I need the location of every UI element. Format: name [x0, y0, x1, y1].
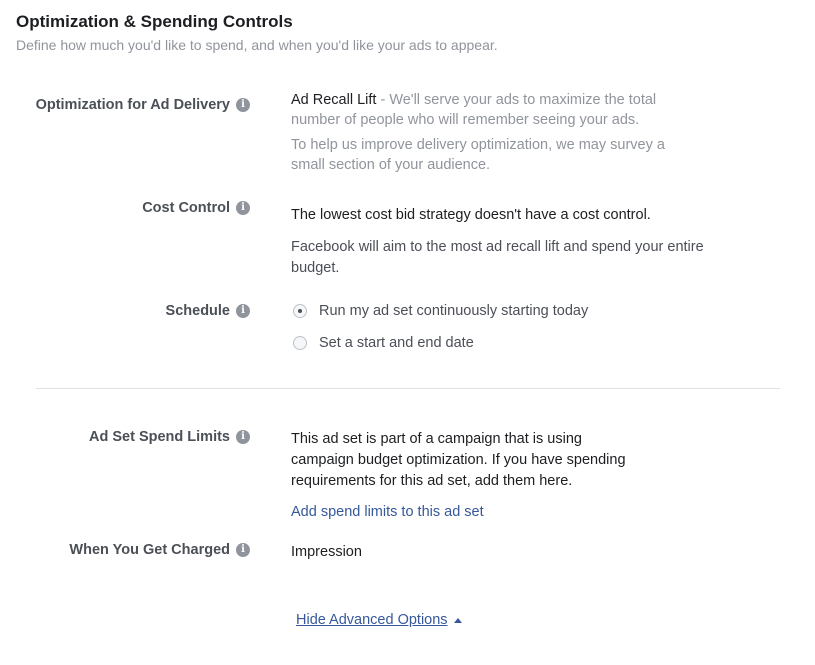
schedule-option-continuous[interactable]: Run my ad set continuously starting toda…: [293, 303, 588, 319]
schedule-option-label: Set a start and end date: [319, 335, 474, 351]
cost-control-label: Cost Control: [142, 200, 230, 216]
info-icon[interactable]: i: [236, 430, 250, 444]
optimization-note-2: small section of your audience.: [291, 157, 491, 173]
spend-limits-text: This ad set is part of a campaign that i…: [291, 429, 711, 492]
section-title: Optimization & Spending Controls: [16, 12, 293, 31]
schedule-label: Schedule: [165, 303, 230, 319]
optimization-value: Ad Recall Lift: [291, 92, 377, 108]
schedule-row-label: Schedule i: [166, 303, 250, 319]
spend-limits-line-3: requirements for this ad set, add them h…: [291, 473, 573, 489]
spend-limits-label: Ad Set Spend Limits: [89, 429, 230, 445]
spend-limits-line-1: This ad set is part of a campaign that i…: [291, 431, 582, 447]
spend-limits-row-label: Ad Set Spend Limits i: [89, 429, 250, 445]
cost-control-text-2: Facebook will aim to the most ad recall …: [291, 237, 771, 279]
charged-value: Impression: [291, 544, 362, 560]
optimization-row-label: Optimization for Ad Delivery i: [36, 97, 250, 113]
optimization-description-2: number of people who will remember seein…: [291, 112, 640, 128]
schedule-option-start-end[interactable]: Set a start and end date: [293, 335, 474, 351]
hide-advanced-label[interactable]: Hide Advanced Options: [296, 612, 448, 628]
charged-row-label: When You Get Charged i: [69, 542, 250, 558]
optimization-description: Ad Recall Lift - We'll serve your ads to…: [291, 90, 711, 130]
schedule-option-label: Run my ad set continuously starting toda…: [319, 303, 589, 319]
info-icon[interactable]: i: [236, 98, 250, 112]
optimization-note-1: To help us improve delivery optimization…: [291, 137, 665, 153]
info-icon[interactable]: i: [236, 304, 250, 318]
caret-up-icon: [453, 617, 462, 623]
cost-control-text-2a: Facebook will aim to the most ad recall …: [291, 239, 704, 255]
charged-label: When You Get Charged: [69, 542, 230, 558]
optimization-line-1: Ad Recall Lift - We'll serve your ads to…: [291, 90, 711, 110]
radio-unselected[interactable]: [293, 336, 307, 350]
add-spend-limits-link[interactable]: Add spend limits to this ad set: [291, 504, 484, 520]
hide-advanced-options-button[interactable]: Hide Advanced Options: [296, 612, 462, 628]
cost-control-row-label: Cost Control i: [142, 200, 250, 216]
section-divider: [36, 388, 780, 389]
optimization-label: Optimization for Ad Delivery: [35, 97, 230, 113]
optimization-note: To help us improve delivery optimization…: [291, 135, 711, 175]
info-icon[interactable]: i: [236, 201, 250, 215]
radio-selected[interactable]: [293, 304, 307, 318]
spend-limits-line-2: campaign budget optimization. If you hav…: [291, 452, 626, 468]
section-subtitle: Define how much you'd like to spend, and…: [16, 37, 498, 53]
spend-limits-link-wrap: Add spend limits to this ad set: [291, 502, 484, 522]
optimization-description-1: - We'll serve your ads to maximize the t…: [376, 92, 657, 108]
info-icon[interactable]: i: [236, 543, 250, 557]
cost-control-text-1: The lowest cost bid strategy doesn't hav…: [291, 207, 651, 223]
cost-control-text-2b: budget.: [291, 260, 340, 276]
